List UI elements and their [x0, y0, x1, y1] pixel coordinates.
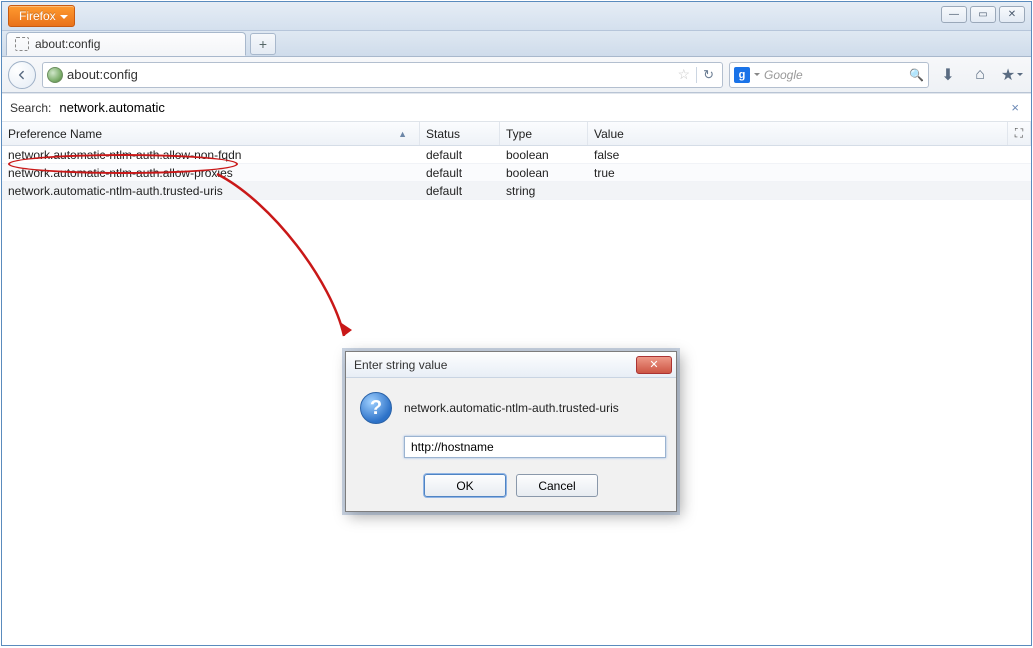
minimize-icon: — [949, 9, 959, 20]
sort-ascending-icon: ▲ [398, 129, 407, 139]
firefox-menu-button[interactable]: Firefox [8, 5, 75, 27]
plus-icon: + [259, 36, 267, 52]
reload-button[interactable]: ↻ [703, 67, 714, 83]
google-badge-icon: g [734, 67, 750, 83]
bookmarks-star-icon: ★ [1001, 65, 1015, 85]
window-controls: — ▭ ✕ [941, 6, 1025, 23]
tab-bar: about:config + [2, 31, 1031, 57]
pref-status: default [420, 166, 500, 180]
dialog-titlebar[interactable]: Enter string value ✕ [346, 352, 676, 378]
home-button[interactable]: ⌂ [967, 62, 993, 88]
divider [696, 67, 697, 83]
clear-search-button[interactable]: × [1007, 100, 1023, 115]
engine-caret-icon[interactable] [754, 73, 760, 76]
dialog-body: ? network.automatic-ntlm-auth.trusted-ur… [346, 378, 676, 511]
navigation-toolbar: about:config ☆ ↻ g Google 🔍 ⬇ ⌂ ★ [2, 57, 1031, 93]
pref-value: false [588, 148, 1031, 162]
pref-value: true [588, 166, 1031, 180]
pref-status: default [420, 148, 500, 162]
dialog-value-input[interactable] [404, 436, 666, 458]
ok-button[interactable]: OK [424, 474, 506, 497]
back-arrow-icon [15, 68, 29, 82]
download-icon: ⬇ [941, 65, 954, 85]
about-config-page: Search: × Preference Name ▲ Status Type … [2, 93, 1031, 645]
new-tab-button[interactable]: + [250, 33, 276, 55]
bookmark-star-icon[interactable]: ☆ [678, 66, 691, 83]
close-window-button[interactable]: ✕ [999, 6, 1025, 23]
config-search-input[interactable] [59, 98, 999, 117]
column-header-value[interactable]: Value [588, 122, 1007, 145]
search-placeholder: Google [764, 68, 905, 82]
config-search-label: Search: [10, 101, 51, 115]
column-header-name[interactable]: Preference Name ▲ [2, 122, 420, 145]
search-submit-icon[interactable]: 🔍 [909, 68, 924, 82]
config-search-row: Search: × [2, 94, 1031, 122]
config-grid-header: Preference Name ▲ Status Type Value ⛶ [2, 122, 1031, 146]
column-picker-icon: ⛶ [1015, 126, 1023, 141]
downloads-button[interactable]: ⬇ [935, 62, 961, 88]
url-bar-right: ☆ ↻ [678, 66, 718, 83]
question-icon: ? [360, 392, 392, 424]
dialog-pref-name: network.automatic-ntlm-auth.trusted-uris [404, 401, 619, 415]
url-text: about:config [67, 67, 674, 82]
favicon-placeholder-icon [15, 37, 29, 51]
url-bar[interactable]: about:config ☆ ↻ [42, 62, 723, 88]
browser-window: Firefox — ▭ ✕ about:config + about:confi… [1, 1, 1032, 646]
back-button[interactable] [8, 61, 36, 89]
pref-row[interactable]: network.automatic-ntlm-auth.trusted-uris… [2, 182, 1031, 200]
column-header-type[interactable]: Type [500, 122, 588, 145]
globe-icon [47, 67, 63, 83]
window-titlebar: Firefox — ▭ ✕ [2, 2, 1031, 31]
pref-type: string [500, 184, 588, 198]
enter-string-dialog: Enter string value ✕ ? network.automatic… [345, 351, 677, 512]
dialog-title: Enter string value [354, 358, 447, 372]
firefox-menu-label: Firefox [19, 9, 56, 23]
home-icon: ⌂ [975, 66, 985, 84]
bookmarks-menu-button[interactable]: ★ [999, 62, 1025, 88]
pref-type: boolean [500, 166, 588, 180]
pref-row[interactable]: network.automatic-ntlm-auth.allow-proxie… [2, 164, 1031, 182]
column-header-name-label: Preference Name [8, 127, 102, 141]
pref-row[interactable]: network.automatic-ntlm-auth.allow-non-fq… [2, 146, 1031, 164]
search-engine-box[interactable]: g Google 🔍 [729, 62, 929, 88]
pref-status: default [420, 184, 500, 198]
close-icon: ✕ [1008, 9, 1016, 20]
close-icon: ✕ [649, 358, 658, 371]
pref-type: boolean [500, 148, 588, 162]
tab-active[interactable]: about:config [6, 32, 246, 56]
column-header-status[interactable]: Status [420, 122, 500, 145]
maximize-icon: ▭ [978, 9, 987, 20]
pref-name: network.automatic-ntlm-auth.trusted-uris [2, 184, 420, 198]
cancel-button[interactable]: Cancel [516, 474, 598, 497]
maximize-button[interactable]: ▭ [970, 6, 996, 23]
pref-name: network.automatic-ntlm-auth.allow-proxie… [2, 166, 420, 180]
caret-down-icon [1017, 73, 1023, 76]
minimize-button[interactable]: — [941, 6, 967, 23]
tab-title: about:config [35, 37, 100, 51]
column-picker-button[interactable]: ⛶ [1007, 122, 1031, 145]
pref-name: network.automatic-ntlm-auth.allow-non-fq… [2, 148, 420, 162]
caret-down-icon [60, 15, 68, 19]
dialog-close-button[interactable]: ✕ [636, 356, 672, 374]
